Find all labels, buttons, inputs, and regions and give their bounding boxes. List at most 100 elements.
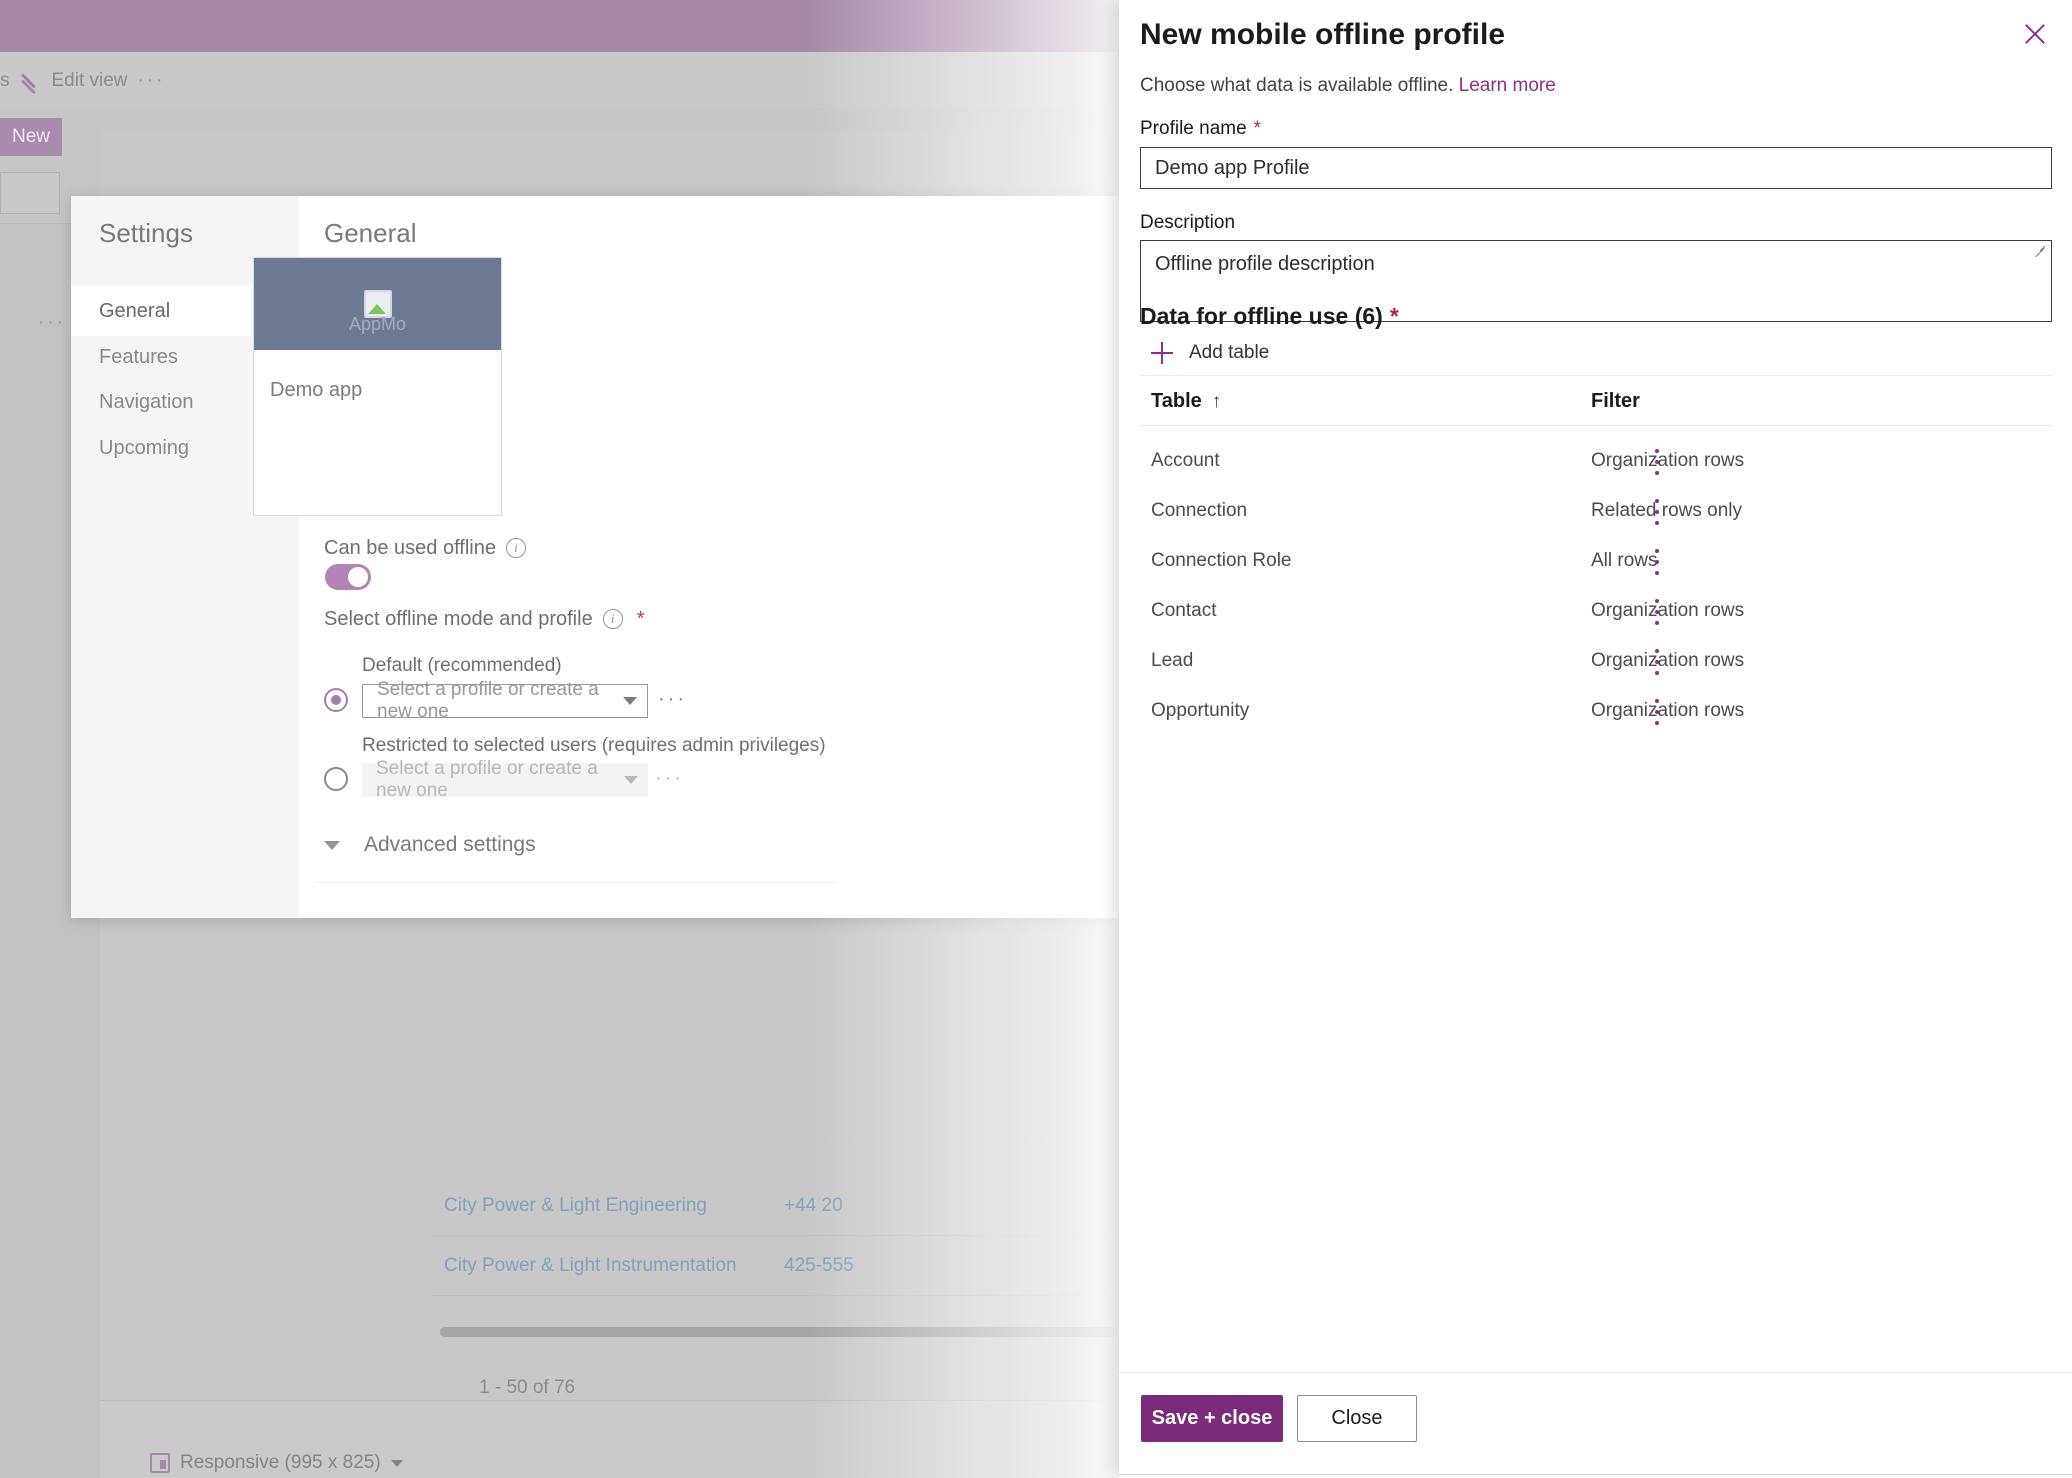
- edit-view-button[interactable]: Edit view: [52, 70, 128, 92]
- restricted-profile-overflow-icon[interactable]: ···: [655, 767, 684, 790]
- option-default-label: Default (recommended): [362, 655, 562, 676]
- responsive-size-selector[interactable]: Responsive (995 x 825): [150, 1452, 403, 1474]
- edit-pencil-icon[interactable]: [20, 70, 42, 92]
- app-backdrop: s Edit view ··· New ··· Dynamics 365 Dem…: [0, 0, 1119, 1478]
- sort-ascending-icon: ↑: [1211, 391, 1222, 412]
- chevron-down-icon: [324, 840, 340, 850]
- app-card-name: Demo app: [270, 379, 363, 401]
- command-bar-overflow-icon[interactable]: ···: [138, 70, 166, 92]
- table-row-name: Connection: [1151, 500, 1248, 521]
- top-purple-band: [0, 0, 1119, 52]
- panel-subtitle: Choose what data is available offline. L…: [1140, 75, 1556, 97]
- option-restricted-label: Restricted to selected users (requires a…: [362, 735, 826, 756]
- info-icon[interactable]: i: [602, 609, 623, 629]
- close-button[interactable]: Close: [1297, 1395, 1417, 1442]
- table-row-filter: Organization rows: [1591, 600, 1745, 621]
- table-row-filter: Related rows only: [1591, 500, 1743, 521]
- required-marker: *: [636, 608, 645, 630]
- required-marker: *: [1253, 118, 1262, 139]
- radio-dot: [331, 695, 341, 705]
- settings-dialog: Settings General Features Navigation Upc…: [71, 196, 1119, 918]
- table-row-filter: Organization rows: [1591, 650, 1745, 671]
- restricted-profile-combobox[interactable]: Select a profile or create a new one: [362, 758, 648, 801]
- table-row[interactable]: Account Organization rows: [1119, 437, 2072, 487]
- toggle-knob: [348, 567, 368, 587]
- command-bar-trailing-text: s: [0, 70, 10, 91]
- list-row[interactable]: City Power & Light Instrumentation 425-5…: [432, 1236, 1119, 1296]
- settings-pane-title: General: [324, 218, 417, 248]
- table-row[interactable]: Opportunity Organization rows: [1119, 687, 2072, 737]
- label-text: Profile name: [1140, 118, 1247, 139]
- sidebar-item-label: Features: [99, 345, 178, 368]
- table-row-name: Lead: [1151, 650, 1194, 671]
- list-row-phone: 425-555: [784, 1254, 854, 1276]
- command-bar: [0, 52, 1119, 108]
- required-marker: *: [1389, 303, 1399, 329]
- list-row[interactable]: City Power & Light Engineering +44 20: [432, 1176, 1119, 1236]
- description-label: Description: [1140, 212, 1236, 233]
- can-be-used-offline-label: Can be used offline i: [324, 537, 526, 560]
- table-row[interactable]: Lead Organization rows: [1119, 637, 2072, 687]
- search-box[interactable]: [0, 172, 60, 214]
- table-row[interactable]: Connection Related rows only: [1119, 487, 2072, 537]
- app-preview-card: AppMo Demo app: [253, 257, 502, 516]
- chevron-down-icon[interactable]: [390, 1459, 403, 1467]
- profile-name-input[interactable]: [1140, 147, 2052, 189]
- table-row[interactable]: Contact Organization rows: [1119, 587, 2072, 637]
- column-header-filter[interactable]: Filter: [1591, 390, 1640, 413]
- combobox-placeholder: Select a profile or create a new one: [376, 758, 598, 801]
- sidebar-item-label: General: [99, 299, 171, 322]
- device-icon: [150, 1453, 170, 1473]
- save-and-close-button[interactable]: Save + close: [1141, 1395, 1283, 1442]
- advanced-settings-toggle[interactable]: Advanced settings: [324, 833, 536, 857]
- table-row-name: Account: [1151, 450, 1220, 471]
- info-icon[interactable]: i: [505, 538, 526, 558]
- section-title-text: Data for offline use (6): [1140, 303, 1383, 329]
- select-offline-mode-label: Select offline mode and profile i *: [324, 608, 645, 631]
- can-be-used-offline-toggle[interactable]: [325, 564, 371, 590]
- learn-more-link[interactable]: Learn more: [1459, 75, 1556, 96]
- list-row-phone: +44 20: [784, 1194, 843, 1216]
- label-text: Can be used offline: [324, 537, 496, 559]
- add-table-label: Add table: [1189, 342, 1270, 363]
- table-row-filter: All rows: [1591, 550, 1658, 571]
- settings-title: Settings: [99, 218, 193, 248]
- radio-restricted[interactable]: [324, 767, 348, 791]
- chevron-down-icon[interactable]: [624, 776, 638, 784]
- footer-divider: [1119, 1372, 2072, 1373]
- table-row-name: Opportunity: [1151, 700, 1250, 721]
- combobox-placeholder: Select a profile or create a new one: [377, 679, 599, 722]
- section-divider: [1140, 375, 2052, 376]
- sidebar-item-label: Upcoming: [99, 436, 190, 459]
- grid-header-divider: [1140, 425, 2052, 426]
- responsive-label: Responsive (995 x 825): [180, 1452, 381, 1473]
- new-mobile-offline-profile-panel: New mobile offline profile Choose what d…: [1119, 0, 2072, 1478]
- horizontal-scrollbar[interactable]: [440, 1327, 1119, 1337]
- column-header-table[interactable]: Table ↑: [1151, 390, 1221, 413]
- sidebar-item-label: Navigation: [99, 390, 194, 413]
- advanced-settings-label: Advanced settings: [364, 833, 536, 856]
- radio-default[interactable]: [324, 688, 348, 712]
- table-row-filter: Organization rows: [1591, 450, 1745, 471]
- new-record-button[interactable]: New: [0, 118, 62, 156]
- left-rail-overflow-icon[interactable]: ···: [38, 312, 66, 334]
- command-bar-items: s Edit view ···: [0, 64, 166, 98]
- footer-bottom-line: [1119, 1474, 2072, 1475]
- page-title: New mobile offline profile: [1140, 18, 1506, 51]
- app-card-image-alt: AppMo: [348, 314, 407, 334]
- label-text: Select offline mode and profile: [324, 608, 593, 630]
- data-section-title: Data for offline use (6) *: [1140, 303, 1399, 330]
- close-icon[interactable]: [2018, 18, 2052, 52]
- add-table-button[interactable]: Add table: [1151, 342, 1269, 364]
- list-row-name[interactable]: City Power & Light Engineering: [444, 1195, 707, 1217]
- default-profile-combobox[interactable]: Select a profile or create a new one: [362, 679, 648, 722]
- column-header-label: Table: [1151, 390, 1202, 412]
- table-row-name: Contact: [1151, 600, 1217, 621]
- table-row-filter: Organization rows: [1591, 700, 1745, 721]
- chevron-down-icon[interactable]: [623, 697, 637, 705]
- list-row-name[interactable]: City Power & Light Instrumentation: [444, 1255, 737, 1277]
- default-profile-overflow-icon[interactable]: ···: [658, 688, 687, 711]
- app-card-banner: [254, 258, 501, 350]
- table-row[interactable]: Connection Role All rows: [1119, 537, 2072, 587]
- subtitle-text: Choose what data is available offline.: [1140, 75, 1454, 96]
